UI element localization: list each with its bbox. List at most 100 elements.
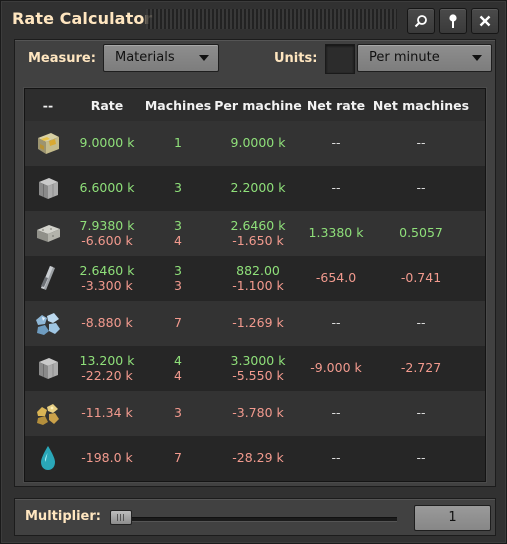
steel-block-icon[interactable] <box>33 173 63 203</box>
rates-table: -- Rate Machines Per machine Net rate Ne… <box>24 88 486 482</box>
measure-value: Materials <box>115 50 175 65</box>
table-row[interactable]: 6.6000 k 3 2.2000 k -- -- <box>25 166 485 211</box>
drag-handle[interactable] <box>146 9 397 29</box>
cell-net-machines: -- <box>416 405 425 420</box>
rate-value: 7.9380 k <box>79 218 135 233</box>
table-row[interactable]: 9.0000 k 1 9.0000 k -- -- <box>25 121 485 166</box>
rate-calculator-window: Rate Calculator Measure: Materials Units… <box>0 0 507 544</box>
header-item[interactable]: -- <box>43 98 53 113</box>
multiplier-slider-handle[interactable] <box>110 510 132 525</box>
header-machines[interactable]: Machines <box>145 98 211 113</box>
cell-net-machines: -0.741 <box>401 270 441 285</box>
machines-value: 3 <box>174 180 182 195</box>
table-row[interactable]: -11.34 k 3 -3.780 k -- -- <box>25 391 485 436</box>
gold-plate-icon[interactable] <box>33 128 63 158</box>
search-icon <box>414 14 428 28</box>
machines-value: 7 <box>174 315 182 330</box>
machines-value: 3 <box>174 263 182 278</box>
water-drop-icon[interactable] <box>33 443 63 473</box>
gold-ore-icon[interactable] <box>33 398 63 428</box>
header-rate[interactable]: Rate <box>91 98 124 113</box>
per-machine-value: -1.650 k <box>232 233 284 248</box>
net-machines-value: -- <box>416 450 426 465</box>
cell-per-machine: 882.00 -1.100 k <box>232 263 284 293</box>
table-row[interactable]: 13.200 k -22.20 k 4 4 3.3000 k -5.550 k -9.000… <box>25 346 485 391</box>
pin-icon <box>447 13 459 29</box>
cell-per-machine: 9.0000 k <box>231 135 286 150</box>
rate-value: 9.0000 k <box>79 135 135 150</box>
table-header: -- Rate Machines Per machine Net rate Ne… <box>25 89 485 121</box>
measure-dropdown[interactable]: Materials <box>103 44 219 72</box>
steel-beam-icon[interactable] <box>33 263 63 293</box>
rate-value: 6.6000 k <box>79 180 135 195</box>
table-row[interactable]: -8.880 k 7 -1.269 k -- -- <box>25 301 485 346</box>
header-net-rate[interactable]: Net rate <box>307 98 365 113</box>
window-title: Rate Calculator <box>12 9 153 28</box>
cell-net-rate: -- <box>331 135 340 150</box>
stone-brick-icon[interactable] <box>33 218 63 248</box>
net-rate-value: -- <box>331 180 341 195</box>
cell-net-machines: -- <box>416 450 425 465</box>
units-label: Units: <box>274 51 318 66</box>
machines-value: 1 <box>174 135 182 150</box>
cell-machines: 1 <box>174 135 182 150</box>
cell-net-machines: -- <box>416 315 425 330</box>
cell-rate: 9.0000 k <box>80 135 135 150</box>
cell-per-machine: -3.780 k <box>232 405 284 420</box>
cell-net-rate: -- <box>331 180 340 195</box>
multiplier-input[interactable]: 1 <box>414 505 491 531</box>
machines-value: 3 <box>174 405 182 420</box>
cell-per-machine: 2.6460 k -1.650 k <box>231 218 286 248</box>
cell-net-rate: -9.000 k <box>310 360 362 375</box>
units-dropdown[interactable]: Per minute <box>357 44 492 72</box>
table-row[interactable]: 2.6460 k -3.300 k 3 3 882.00 -1.100 k -654.0 -0… <box>25 256 485 301</box>
net-rate-value: -- <box>331 315 341 330</box>
controls-bar: Measure: Materials Units: Per minute <box>15 40 495 80</box>
cell-net-rate: -- <box>331 315 340 330</box>
cell-machines: 3 <box>174 180 182 195</box>
rate-value: 2.6460 k <box>79 263 135 278</box>
rate-value: -8.880 k <box>81 315 133 330</box>
table-row[interactable]: 7.9380 k -6.600 k 3 4 2.6460 k -1.650 k 1.3380… <box>25 211 485 256</box>
header-net-machines[interactable]: Net machines <box>373 98 469 113</box>
cell-net-machines: -- <box>416 180 425 195</box>
cell-net-rate: -- <box>331 450 340 465</box>
cell-net-machines: -- <box>416 135 425 150</box>
machines-value: 3 <box>174 278 182 293</box>
net-rate-value: -- <box>331 405 341 420</box>
measure-label: Measure: <box>28 51 96 66</box>
per-machine-value: -1.269 k <box>232 315 284 330</box>
cell-rate: 2.6460 k -3.300 k <box>80 263 135 293</box>
blue-ore-icon[interactable] <box>33 308 63 338</box>
steel-block-icon[interactable] <box>33 353 63 383</box>
machines-value: 4 <box>174 233 182 248</box>
per-machine-value: 2.2000 k <box>230 180 286 195</box>
per-machine-value: -28.29 k <box>232 450 284 465</box>
machines-value: 4 <box>174 353 182 368</box>
cell-machines: 7 <box>174 315 182 330</box>
search-button[interactable] <box>407 8 435 34</box>
rate-value: -6.600 k <box>81 233 133 248</box>
cell-rate: 7.9380 k -6.600 k <box>80 218 135 248</box>
net-rate-value: -9.000 k <box>310 360 362 375</box>
per-machine-value: 3.3000 k <box>230 353 286 368</box>
multiplier-slider-track[interactable] <box>111 517 397 522</box>
header-per-machine[interactable]: Per machine <box>214 98 302 113</box>
pin-button[interactable] <box>439 8 467 34</box>
cell-net-machines: -2.727 <box>401 360 441 375</box>
rate-value: -22.20 k <box>81 368 133 383</box>
cell-rate: 6.6000 k <box>80 180 135 195</box>
cell-net-rate: -- <box>331 405 340 420</box>
title-bar[interactable]: Rate Calculator <box>1 1 506 39</box>
rate-value: -198.0 k <box>81 450 133 465</box>
table-row[interactable]: -198.0 k 7 -28.29 k -- -- <box>25 436 485 481</box>
per-machine-value: -5.550 k <box>232 368 284 383</box>
cell-net-machines: 0.5057 <box>399 225 443 240</box>
multiplier-label: Multiplier: <box>25 509 101 524</box>
net-rate-value: -- <box>331 450 341 465</box>
cell-machines: 3 <box>174 405 182 420</box>
close-button[interactable] <box>471 8 499 34</box>
rate-value: 13.200 k <box>79 353 135 368</box>
cell-per-machine: -1.269 k <box>232 315 284 330</box>
units-item-slot[interactable] <box>325 44 355 74</box>
